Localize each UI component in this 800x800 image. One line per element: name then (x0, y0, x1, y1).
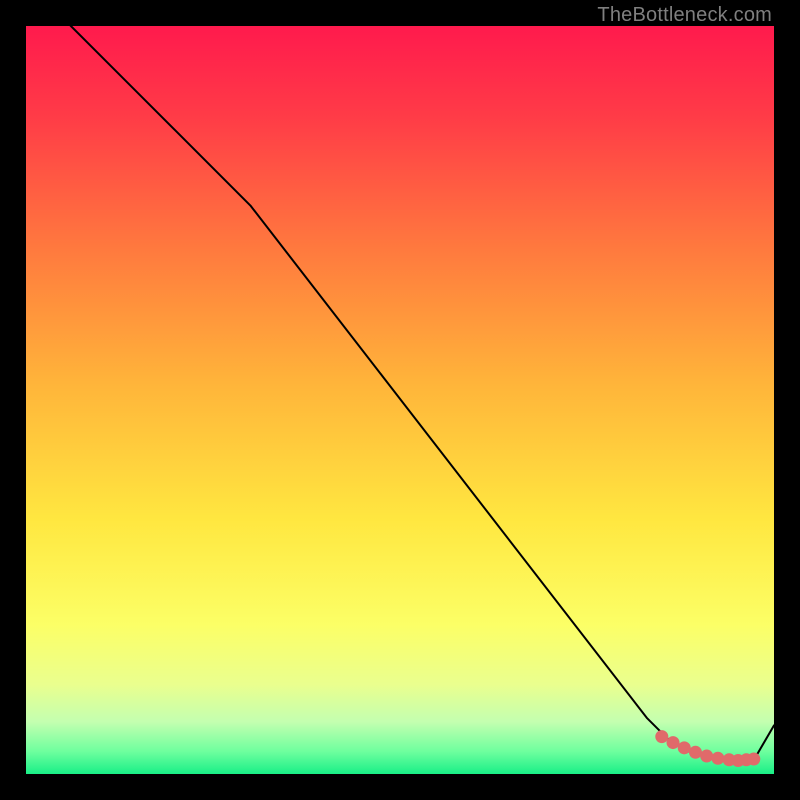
chart-stage: TheBottleneck.com (0, 0, 800, 800)
marker-dot (711, 752, 724, 765)
marker-dot (689, 746, 702, 759)
plot-svg (26, 26, 774, 774)
marker-dot (667, 736, 680, 749)
marker-dot (678, 741, 691, 754)
marker-dot (655, 730, 668, 743)
watermark-text: TheBottleneck.com (597, 4, 772, 27)
marker-dot (700, 750, 713, 763)
marker-dot (747, 753, 760, 766)
plot-area (26, 26, 774, 774)
